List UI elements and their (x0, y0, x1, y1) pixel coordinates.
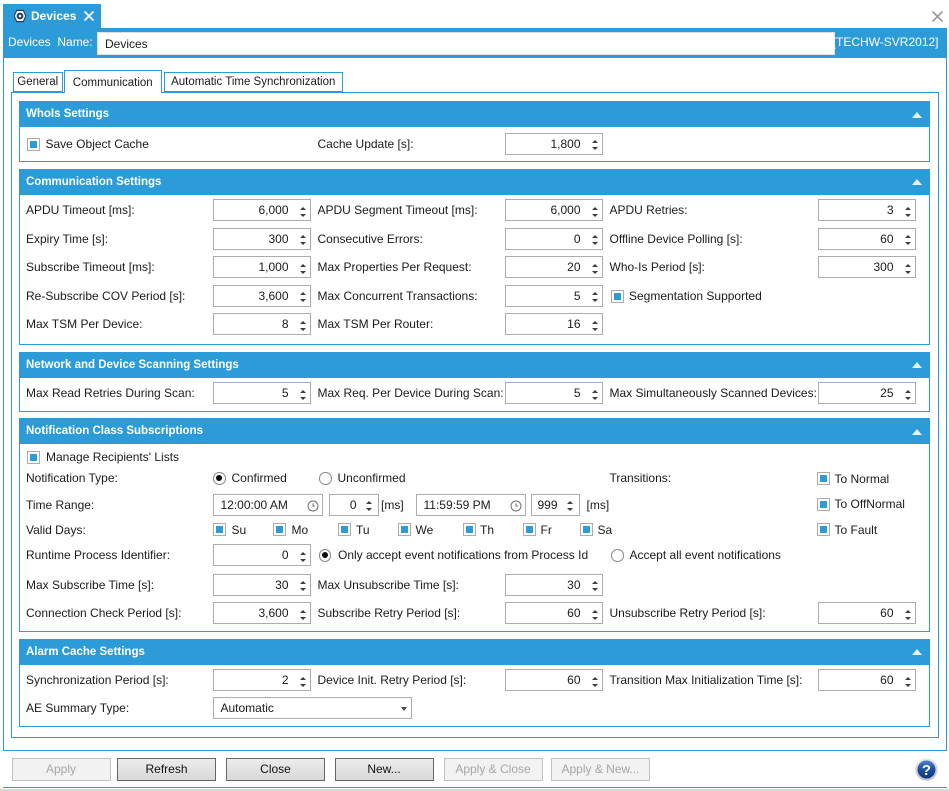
svg-text:?: ? (922, 762, 931, 779)
